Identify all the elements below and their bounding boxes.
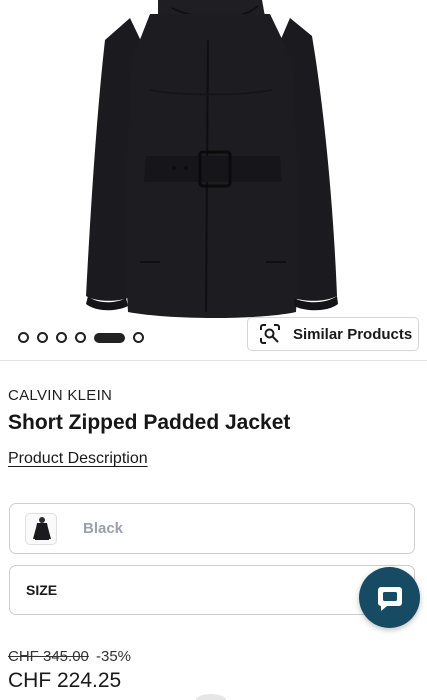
original-price: CHF 345.00 xyxy=(8,648,89,665)
chat-button[interactable] xyxy=(359,567,420,628)
visual-search-icon xyxy=(259,323,281,345)
product-description-link[interactable]: Product Description xyxy=(8,450,148,468)
color-thumbnail xyxy=(25,513,57,545)
gallery-dot[interactable] xyxy=(133,332,144,343)
gallery-dot-active[interactable] xyxy=(94,332,125,343)
gallery-dot[interactable] xyxy=(75,332,86,343)
current-price: CHF 224.25 xyxy=(8,669,122,692)
gallery-dot[interactable] xyxy=(37,332,48,343)
chat-bubble-icon xyxy=(375,583,405,613)
bottom-sheet-handle[interactable] xyxy=(196,694,226,700)
gallery-dot[interactable] xyxy=(56,332,67,343)
discount-badge: -35% xyxy=(96,648,132,665)
product-image xyxy=(86,0,338,318)
similar-products-label: Similar Products xyxy=(293,325,413,343)
color-selector[interactable]: Black xyxy=(9,503,415,554)
size-selector[interactable]: SIZE xyxy=(9,565,415,615)
gallery-dot[interactable] xyxy=(18,332,29,343)
brand-name[interactable]: CALVIN KLEIN xyxy=(8,387,112,404)
product-title: Short Zipped Padded Jacket xyxy=(8,411,291,434)
size-label: SIZE xyxy=(26,582,58,598)
similar-products-button[interactable]: Similar Products xyxy=(247,317,419,351)
product-image-gallery[interactable] xyxy=(0,0,427,358)
gallery-pagination xyxy=(18,332,144,343)
selected-color-label: Black xyxy=(83,520,124,537)
section-divider xyxy=(0,360,427,361)
